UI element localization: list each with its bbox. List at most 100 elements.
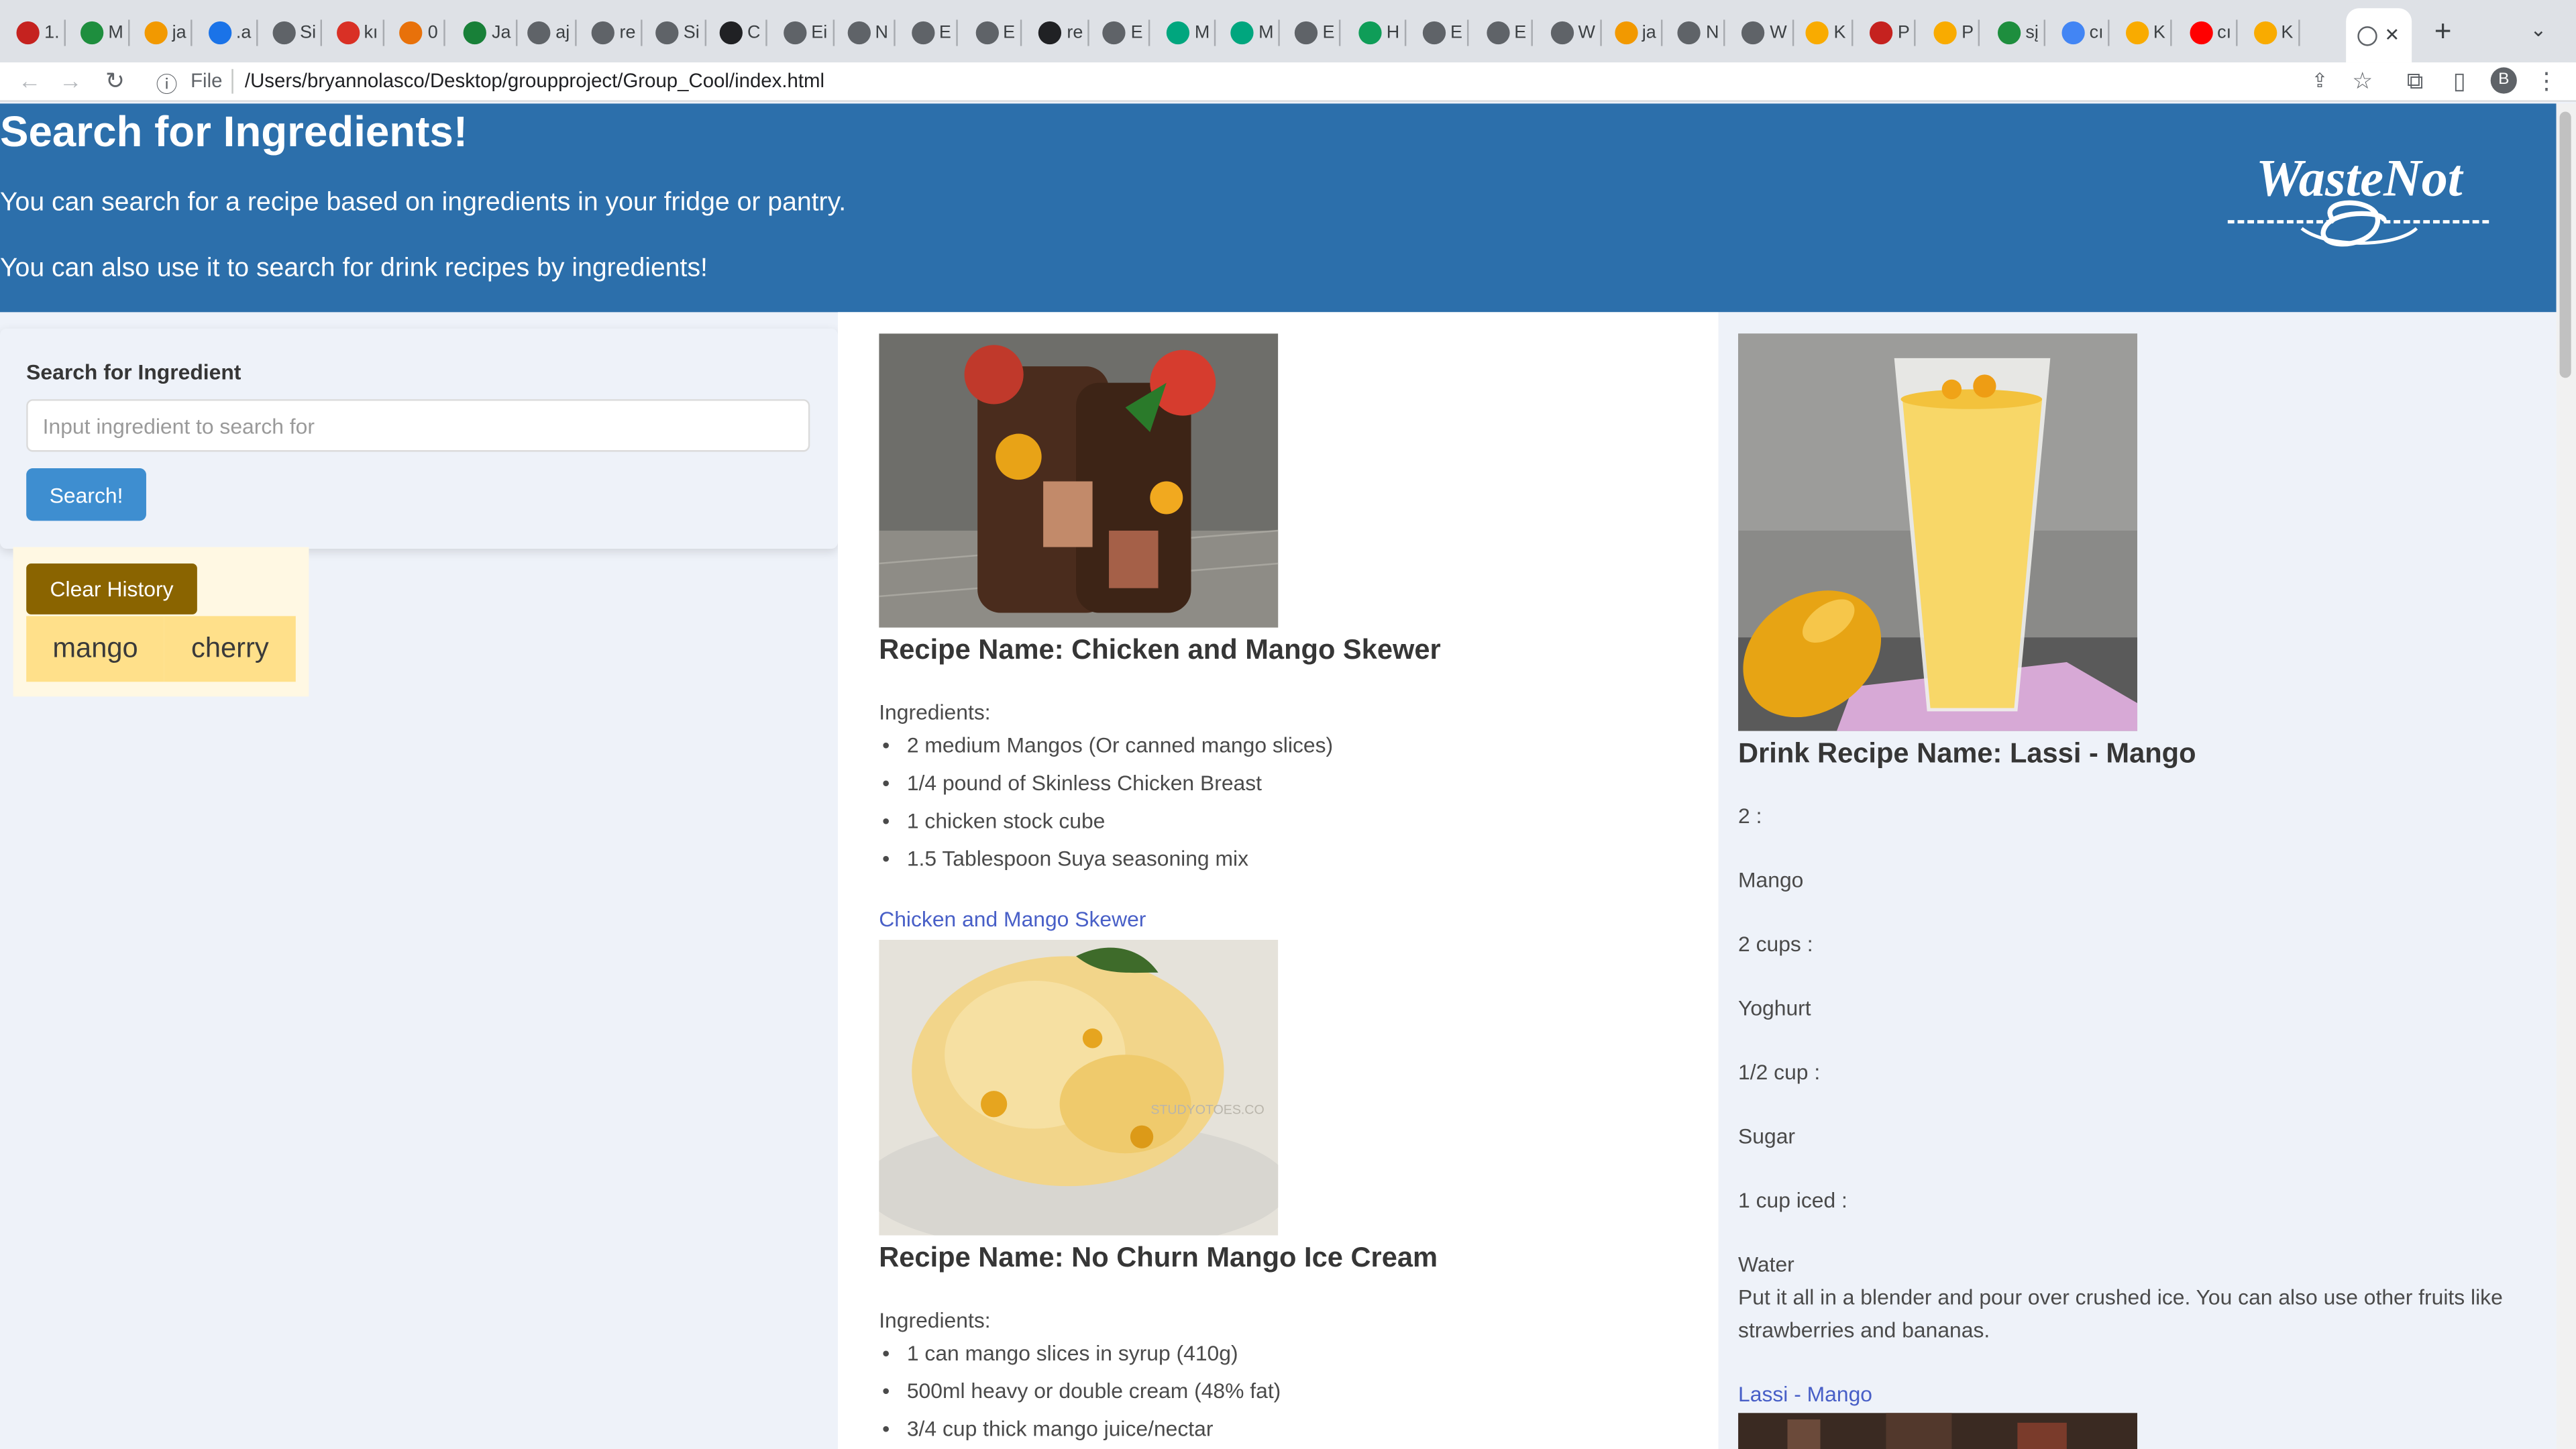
browser-tab[interactable]: Si <box>272 15 323 51</box>
logo-text: WasteNot <box>2256 148 2464 207</box>
active-tab[interactable]: ✕ <box>2346 8 2412 63</box>
tab-separator <box>2236 19 2238 46</box>
recipe-title: Recipe Name: No Churn Mango Ice Cream <box>879 1242 1438 1273</box>
tab-favicon-icon <box>1422 21 1446 45</box>
page-scrollbar[interactable] <box>2556 103 2576 1449</box>
side-panel-icon[interactable]: ▯ <box>2447 67 2473 93</box>
search-panel: Search for Ingredient Search! <box>0 328 838 549</box>
browser-tab[interactable]: C <box>719 15 767 51</box>
back-icon[interactable]: ← <box>16 67 42 93</box>
tab-separator <box>1792 19 1794 46</box>
browser-tab[interactable]: re <box>591 15 643 51</box>
browser-tab[interactable]: 0 <box>400 15 445 51</box>
browser-tab[interactable]: K <box>2125 15 2172 51</box>
tab-separator <box>574 19 576 46</box>
tab-favicon-icon <box>847 21 871 45</box>
tab-label: P <box>1897 23 1910 43</box>
drink-link[interactable]: Lassi - Mango <box>1738 1382 1872 1407</box>
forward-icon[interactable]: → <box>58 67 84 93</box>
browser-tab[interactable]: E <box>911 15 958 51</box>
extensions-icon[interactable]: ⧉ <box>2402 67 2428 93</box>
tab-label: Ei <box>811 23 828 43</box>
browser-tab[interactable]: ja <box>144 15 193 51</box>
browser-tab[interactable]: H <box>1358 15 1406 51</box>
tab-label: cı <box>2217 23 2232 43</box>
browser-tab[interactable]: E <box>1103 15 1150 51</box>
browser-tab[interactable]: 1. <box>16 15 66 51</box>
address-bar[interactable]: /Users/bryannolasco/Desktop/groupproject… <box>245 69 824 92</box>
tab-favicon-icon <box>655 21 679 45</box>
browser-tab[interactable]: E <box>1422 15 1469 51</box>
browser-tab[interactable]: aj <box>527 15 576 51</box>
browser-tab[interactable]: sį <box>1997 15 2045 51</box>
tab-separator <box>1723 19 1726 46</box>
tab-search-icon[interactable]: ⌄ <box>2530 18 2546 41</box>
tab-favicon-icon <box>1103 21 1126 45</box>
info-icon[interactable]: ⓘ <box>156 67 178 99</box>
close-tab-icon[interactable]: ✕ <box>2384 25 2400 46</box>
browser-tab[interactable]: .a <box>208 15 258 51</box>
tab-separator <box>1278 19 1281 46</box>
browser-tab[interactable]: Ei <box>783 15 835 51</box>
browser-tab[interactable]: M <box>1230 15 1281 51</box>
tab-favicon-icon <box>1870 21 1893 45</box>
ingredient-list: 2 medium Mangos (Or canned mango slices)… <box>879 731 1333 882</box>
scrollbar-thumb[interactable] <box>2559 111 2571 378</box>
browser-tab[interactable]: M <box>1167 15 1217 51</box>
profile-avatar[interactable]: B <box>2490 67 2517 94</box>
browser-tab[interactable]: P <box>1933 15 1980 51</box>
browser-tab[interactable]: E <box>1486 15 1533 51</box>
browser-tab[interactable]: N <box>1678 15 1726 51</box>
browser-tab[interactable]: K <box>1805 15 1853 51</box>
history-item-mango[interactable]: mango <box>26 616 164 682</box>
drink-line: Yoghurt <box>1738 996 1811 1020</box>
history-item-cherry[interactable]: cherry <box>164 616 296 682</box>
browser-tab[interactable]: K <box>2253 15 2300 51</box>
tab-label: W <box>1770 23 1787 43</box>
tab-label: E <box>1450 23 1462 43</box>
browser-tab[interactable]: ja <box>1614 15 1663 51</box>
browser-tab[interactable]: W <box>1741 15 1794 51</box>
browser-tab[interactable]: N <box>847 15 895 51</box>
browser-tab[interactable]: Si <box>655 15 706 51</box>
ingredient-item: 3/4 cup thick mango juice/nectar <box>879 1415 1281 1449</box>
tab-label: H <box>1386 23 1400 43</box>
browser-tab[interactable]: re <box>1038 15 1090 51</box>
tab-separator <box>1531 19 1533 46</box>
ingredients-label: Ingredients: <box>879 1307 991 1333</box>
recipe-results: Recipe Name: Chicken and Mango Skewer In… <box>837 312 1719 1449</box>
tab-separator <box>321 19 323 46</box>
browser-tab[interactable]: cı <box>2061 15 2110 51</box>
tab-label: E <box>1003 23 1016 43</box>
search-button[interactable]: Search! <box>26 468 146 521</box>
browser-tab[interactable]: Ja <box>464 15 518 51</box>
omnibox-divider <box>231 68 233 94</box>
tab-separator <box>893 19 895 46</box>
tab-favicon-icon <box>16 21 40 45</box>
reload-icon[interactable]: ↻ <box>102 67 128 93</box>
bookmark-star-icon[interactable]: ☆ <box>2349 67 2375 93</box>
ingredient-search-input[interactable] <box>26 399 810 452</box>
new-tab-button[interactable]: + <box>2428 15 2458 48</box>
browser-tab[interactable]: W <box>1550 15 1602 51</box>
hero-subtitle-2: You can also use it to search for drink … <box>0 254 708 283</box>
tab-separator <box>2170 19 2172 46</box>
tab-separator <box>128 19 130 46</box>
menu-kebab-icon[interactable]: ⋮ <box>2533 67 2559 93</box>
tab-strip: 1. Mja .a Si kı 0 Ja aj re Si C Ei N E Ere E M M E H E E Wja N W… <box>0 0 2576 63</box>
tab-separator <box>1661 19 1663 46</box>
browser-tab[interactable]: cı <box>2189 15 2238 51</box>
browser-tab[interactable]: M <box>80 15 130 51</box>
browser-tab[interactable]: kı <box>335 15 385 51</box>
recipe-link[interactable]: Chicken and Mango Skewer <box>879 907 1146 932</box>
tab-separator <box>1404 19 1406 46</box>
tab-label: aj <box>555 23 570 43</box>
drink-line: Mango <box>1738 867 1804 892</box>
clear-history-button[interactable]: Clear History <box>26 564 197 614</box>
browser-tab[interactable]: E <box>1294 15 1342 51</box>
browser-tab[interactable]: E <box>975 15 1022 51</box>
browser-tab[interactable]: P <box>1870 15 1917 51</box>
browser-toolbar: ← → ↻ ⓘ File /Users/bryannolasco/Desktop… <box>0 62 2576 102</box>
share-icon[interactable]: ⇪ <box>2306 67 2332 93</box>
tab-separator <box>765 19 767 46</box>
